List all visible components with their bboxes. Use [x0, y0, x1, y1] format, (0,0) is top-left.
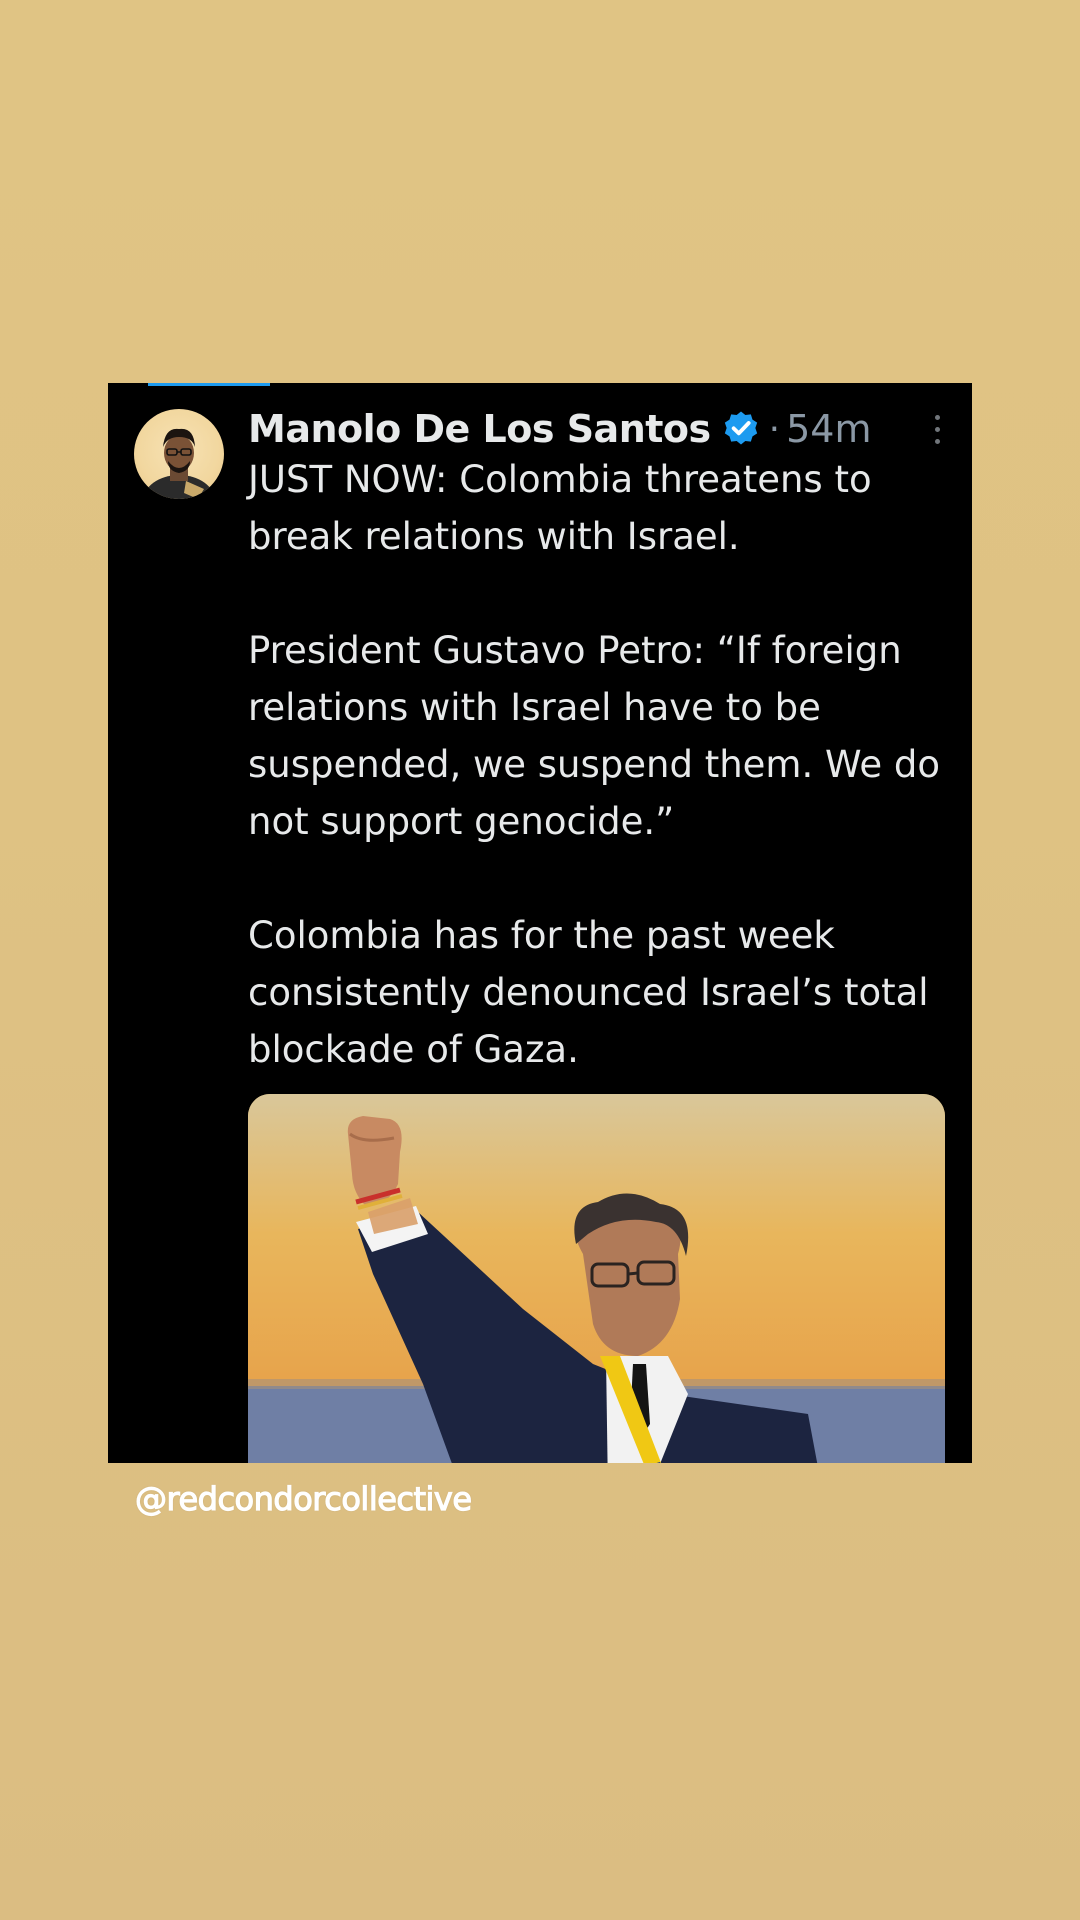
verified-badge-icon: [724, 411, 757, 445]
more-options-icon[interactable]: [922, 409, 952, 449]
watermark-username: @redcondorcollective: [134, 1479, 472, 1518]
tweet-paragraph: President Gustavo Petro: “If foreign rel…: [248, 629, 941, 843]
tweet-paragraph: Colombia has for the past week consisten…: [248, 914, 929, 1071]
photo-image: [248, 1094, 945, 1463]
author-name[interactable]: Manolo De Los Santos: [248, 407, 711, 451]
tweet-paragraph: JUST NOW: Colombia threatens to break re…: [248, 458, 872, 558]
avatar-image: [143, 428, 215, 499]
timestamp[interactable]: 54m: [786, 407, 871, 451]
header-separator: ·: [768, 408, 781, 450]
tweet-text: JUST NOW: Colombia threatens to break re…: [248, 451, 958, 1078]
avatar[interactable]: [134, 409, 224, 499]
tweet-screenshot: Manolo De Los Santos · 54m JUST NOW: Col…: [108, 383, 972, 1463]
tweet-media-photo[interactable]: [248, 1094, 945, 1463]
tweet-header: Manolo De Los Santos · 54m: [248, 401, 952, 457]
tab-indicator: [148, 383, 270, 386]
